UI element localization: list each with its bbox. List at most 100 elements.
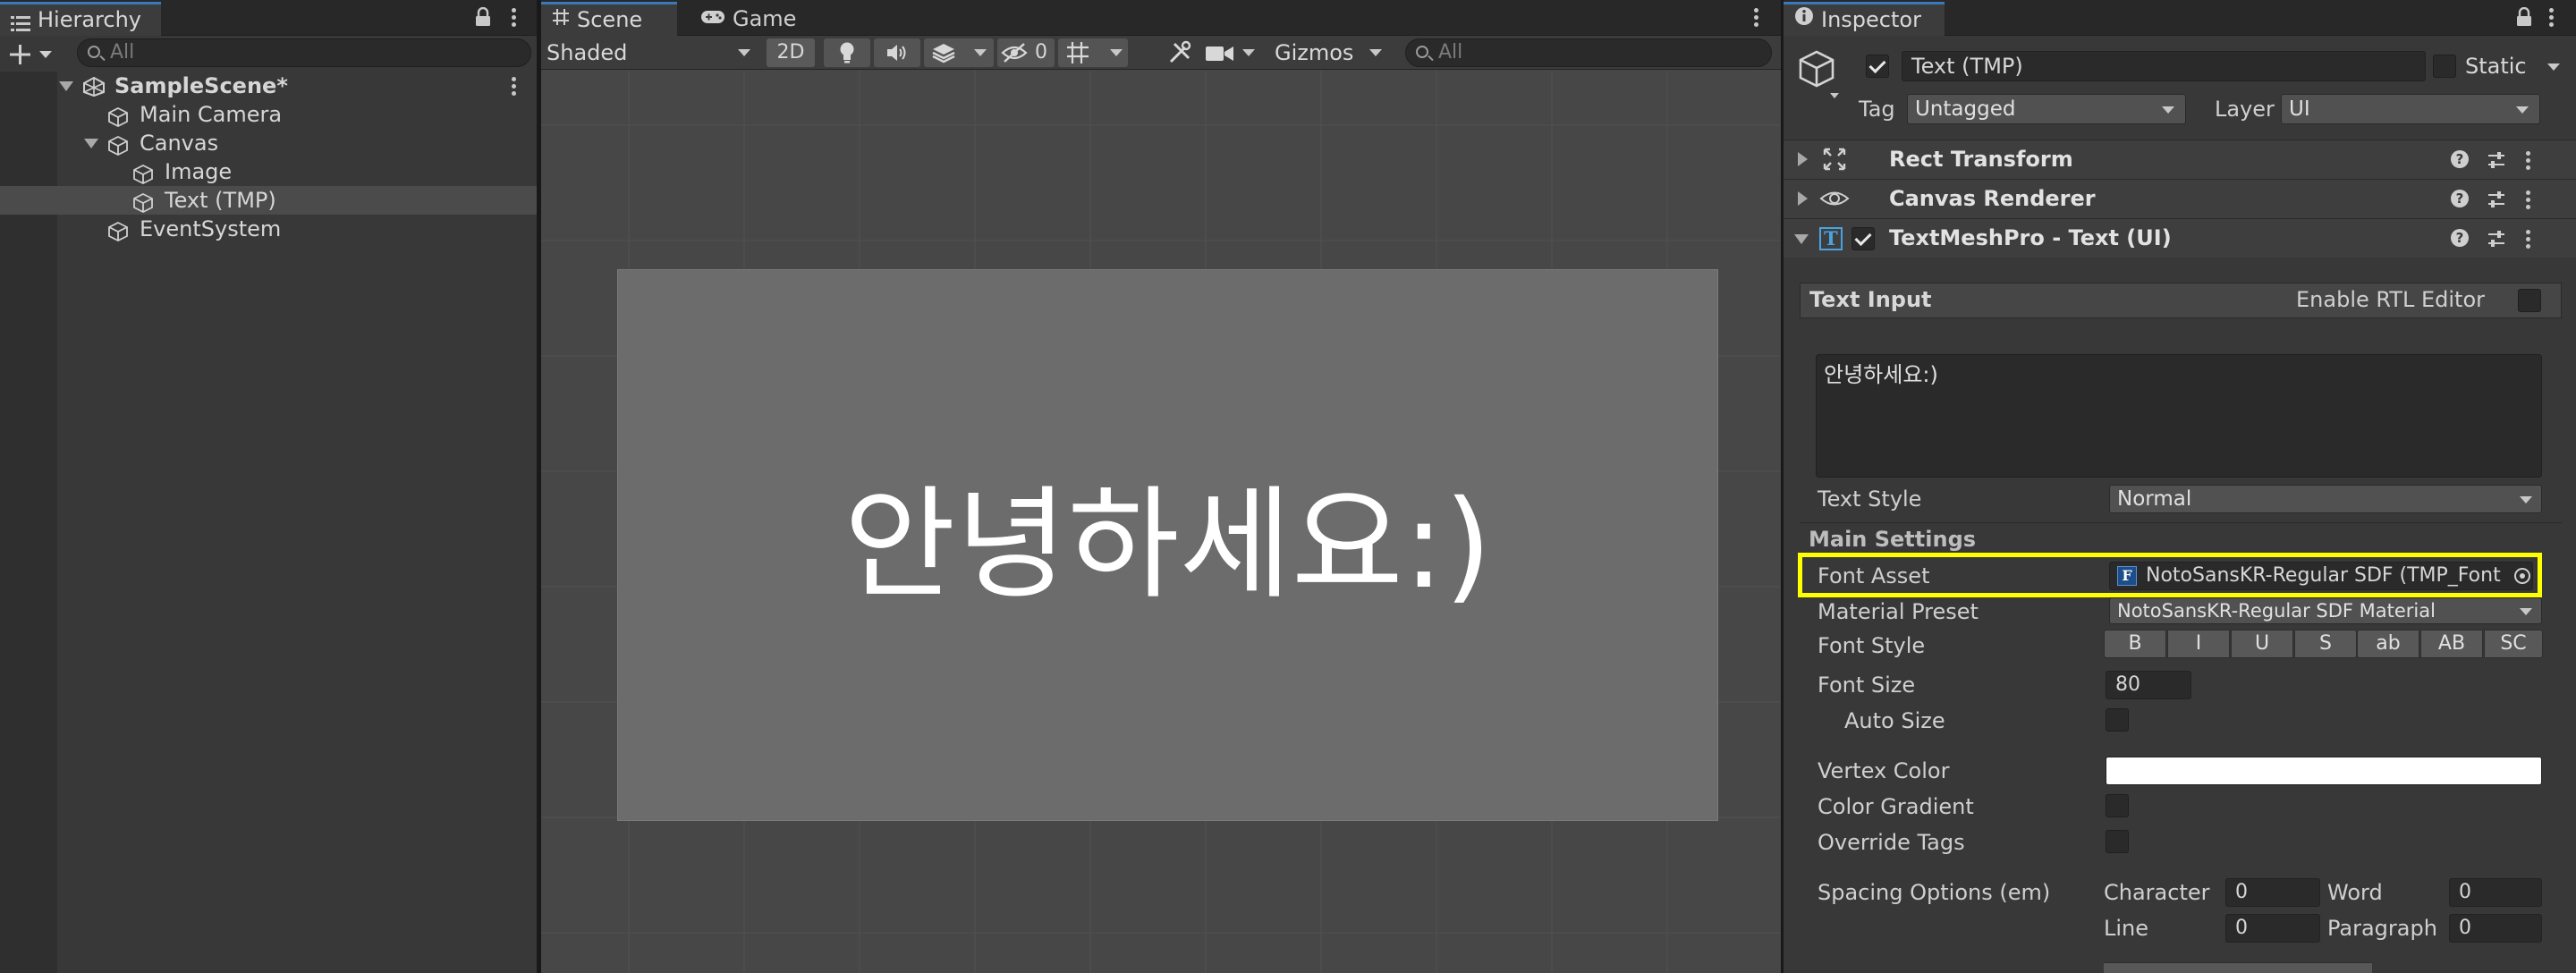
shading-mode-dropdown[interactable]: Shaded <box>547 38 758 67</box>
hierarchy-search-input[interactable]: All <box>77 38 531 67</box>
auto-size-label: Auto Size <box>1844 708 1945 733</box>
tools-button[interactable] <box>1167 40 1194 65</box>
hierarchy-item-canvas[interactable]: Canvas <box>0 129 537 157</box>
expand-arrow-icon[interactable] <box>1798 152 1808 166</box>
hierarchy-item-eventsystem[interactable]: EventSystem <box>0 215 537 243</box>
font-style-label: Font Style <box>1818 633 1926 658</box>
color-gradient-checkbox[interactable] <box>2106 794 2129 817</box>
font-asset-icon: F <box>2117 566 2137 586</box>
gameobject-active-checkbox[interactable] <box>1866 55 1889 78</box>
enable-rtl-checkbox[interactable] <box>2518 289 2541 312</box>
preset-sliders-icon[interactable] <box>2487 229 2506 249</box>
camera-dropdown-button[interactable] <box>1203 38 1260 67</box>
chevron-down-icon <box>1242 49 1255 56</box>
inspector-menu-icon[interactable] <box>2549 8 2555 28</box>
lighting-toggle-button[interactable] <box>824 38 870 67</box>
scene-search-input[interactable]: All <box>1405 38 1772 67</box>
hierarchy-item-label: Main Camera <box>140 102 283 127</box>
font-asset-value: NotoSansKR-Regular SDF (TMP_Font <box>2146 564 2501 587</box>
vertex-color-swatch[interactable] <box>2106 757 2542 785</box>
component-rect-transform[interactable]: Rect Transform ? <box>1784 140 2576 179</box>
gameobject-name-input[interactable]: Text (TMP) <box>1902 51 2426 81</box>
hierarchy-item-main-camera[interactable]: Main Camera <box>0 100 537 129</box>
lock-icon[interactable] <box>474 6 492 32</box>
override-tags-checkbox[interactable] <box>2106 830 2129 853</box>
tab-scene[interactable]: Scene <box>541 2 677 36</box>
font-style-italic-button[interactable]: I <box>2167 630 2230 658</box>
canvas-text[interactable]: 안녕하세요:) <box>618 270 1717 820</box>
static-dropdown[interactable]: Static <box>2465 51 2571 81</box>
expand-arrow-icon[interactable] <box>59 81 73 91</box>
gizmos-dropdown-button[interactable]: Gizmos <box>1267 38 1385 67</box>
add-button[interactable] <box>7 39 59 68</box>
inspector-panel: Inspector Text (TMP) Static Tag Untagged… <box>1784 0 2576 973</box>
preset-sliders-icon[interactable] <box>2487 150 2506 170</box>
static-checkbox[interactable] <box>2433 55 2456 78</box>
canvas-rect[interactable]: 안녕하세요:) <box>617 269 1718 821</box>
tab-game[interactable]: Game <box>690 2 807 36</box>
static-label: Static <box>2465 54 2527 79</box>
paragraph-spacing-input[interactable]: 0 <box>2449 914 2542 943</box>
word-spacing-label: Word <box>2327 880 2383 905</box>
effects-dropdown-button[interactable] <box>924 38 994 67</box>
component-textmeshpro[interactable]: T TextMeshPro - Text (UI) ? <box>1784 218 2576 258</box>
font-style-lowercase-button[interactable]: ab <box>2357 630 2419 658</box>
component-menu-icon[interactable] <box>2526 230 2531 250</box>
scene-viewport[interactable]: 안녕하세요:) <box>541 71 1781 973</box>
scene-menu-icon[interactable] <box>512 77 517 97</box>
component-menu-icon[interactable] <box>2526 190 2531 210</box>
object-picker-icon[interactable] <box>2514 568 2530 584</box>
text-style-dropdown[interactable]: Normal <box>2109 485 2542 513</box>
layer-dropdown[interactable]: UI <box>2281 94 2540 124</box>
tab-inspector[interactable]: Inspector <box>1784 2 1945 36</box>
font-size-input[interactable]: 80 <box>2106 671 2191 699</box>
toggle-2d-button[interactable]: 2D <box>767 38 815 67</box>
auto-size-checkbox[interactable] <box>2106 708 2129 732</box>
audio-toggle-button[interactable] <box>874 38 920 67</box>
alignment-buttons-row[interactable] <box>2104 962 2372 973</box>
font-style-underline-button[interactable]: U <box>2231 630 2293 658</box>
word-spacing-input[interactable]: 0 <box>2449 878 2542 907</box>
tab-hierarchy-label: Hierarchy <box>38 7 142 32</box>
hierarchy-search-placeholder: All <box>110 41 135 63</box>
font-style-bold-button[interactable]: B <box>2104 630 2166 658</box>
font-style-strikethrough-button[interactable]: S <box>2294 630 2357 658</box>
tab-hierarchy[interactable]: Hierarchy <box>0 2 161 36</box>
font-style-uppercase-button[interactable]: AB <box>2420 630 2483 658</box>
preset-sliders-icon[interactable] <box>2487 190 2506 209</box>
hierarchy-item-text-tmp[interactable]: Text (TMP) <box>0 186 537 215</box>
grid-dropdown-button[interactable] <box>1058 38 1128 67</box>
expand-arrow-icon[interactable] <box>1794 234 1809 244</box>
component-canvas-renderer[interactable]: Canvas Renderer ? <box>1784 179 2576 218</box>
tag-dropdown[interactable]: Untagged <box>1907 94 2186 124</box>
material-preset-dropdown[interactable]: NotoSansKR-Regular SDF Material <box>2109 597 2542 624</box>
gameobject-cube-icon[interactable] <box>1798 50 1839 106</box>
lock-icon[interactable] <box>2515 6 2533 32</box>
hierarchy-panel: Hierarchy All SampleScene* Main Camera C… <box>0 0 537 973</box>
hierarchy-scene-row[interactable]: SampleScene* <box>0 72 537 100</box>
scene-visibility-button[interactable]: 0 <box>997 38 1055 67</box>
help-icon[interactable]: ? <box>2451 150 2469 168</box>
font-style-button-label: I <box>2195 632 2202 655</box>
hierarchy-item-label: Text (TMP) <box>165 188 276 213</box>
expand-arrow-icon[interactable] <box>84 139 98 148</box>
line-spacing-input[interactable]: 0 <box>2225 914 2320 943</box>
info-icon <box>1794 4 1814 35</box>
font-asset-field[interactable]: F NotoSansKR-Regular SDF (TMP_Font <box>2109 562 2533 590</box>
character-spacing-input[interactable]: 0 <box>2225 878 2320 907</box>
tab-scene-label: Scene <box>577 7 643 32</box>
scene-menu-icon[interactable] <box>1754 8 1759 28</box>
search-icon <box>88 46 100 58</box>
scene-tabbar: Scene Game <box>541 0 1781 36</box>
component-name: Canvas Renderer <box>1889 186 2096 211</box>
font-style-smallcaps-button[interactable]: SC <box>2484 630 2543 658</box>
help-icon[interactable]: ? <box>2451 190 2469 207</box>
component-enabled-checkbox[interactable] <box>1852 227 1875 250</box>
word-spacing-value: 0 <box>2459 881 2471 903</box>
component-menu-icon[interactable] <box>2526 151 2531 171</box>
hierarchy-menu-icon[interactable] <box>512 8 517 28</box>
help-icon[interactable]: ? <box>2451 229 2469 247</box>
hierarchy-item-image[interactable]: Image <box>0 157 537 186</box>
expand-arrow-icon[interactable] <box>1798 191 1808 206</box>
text-input-area[interactable]: 안녕하세요:) <box>1816 354 2542 478</box>
